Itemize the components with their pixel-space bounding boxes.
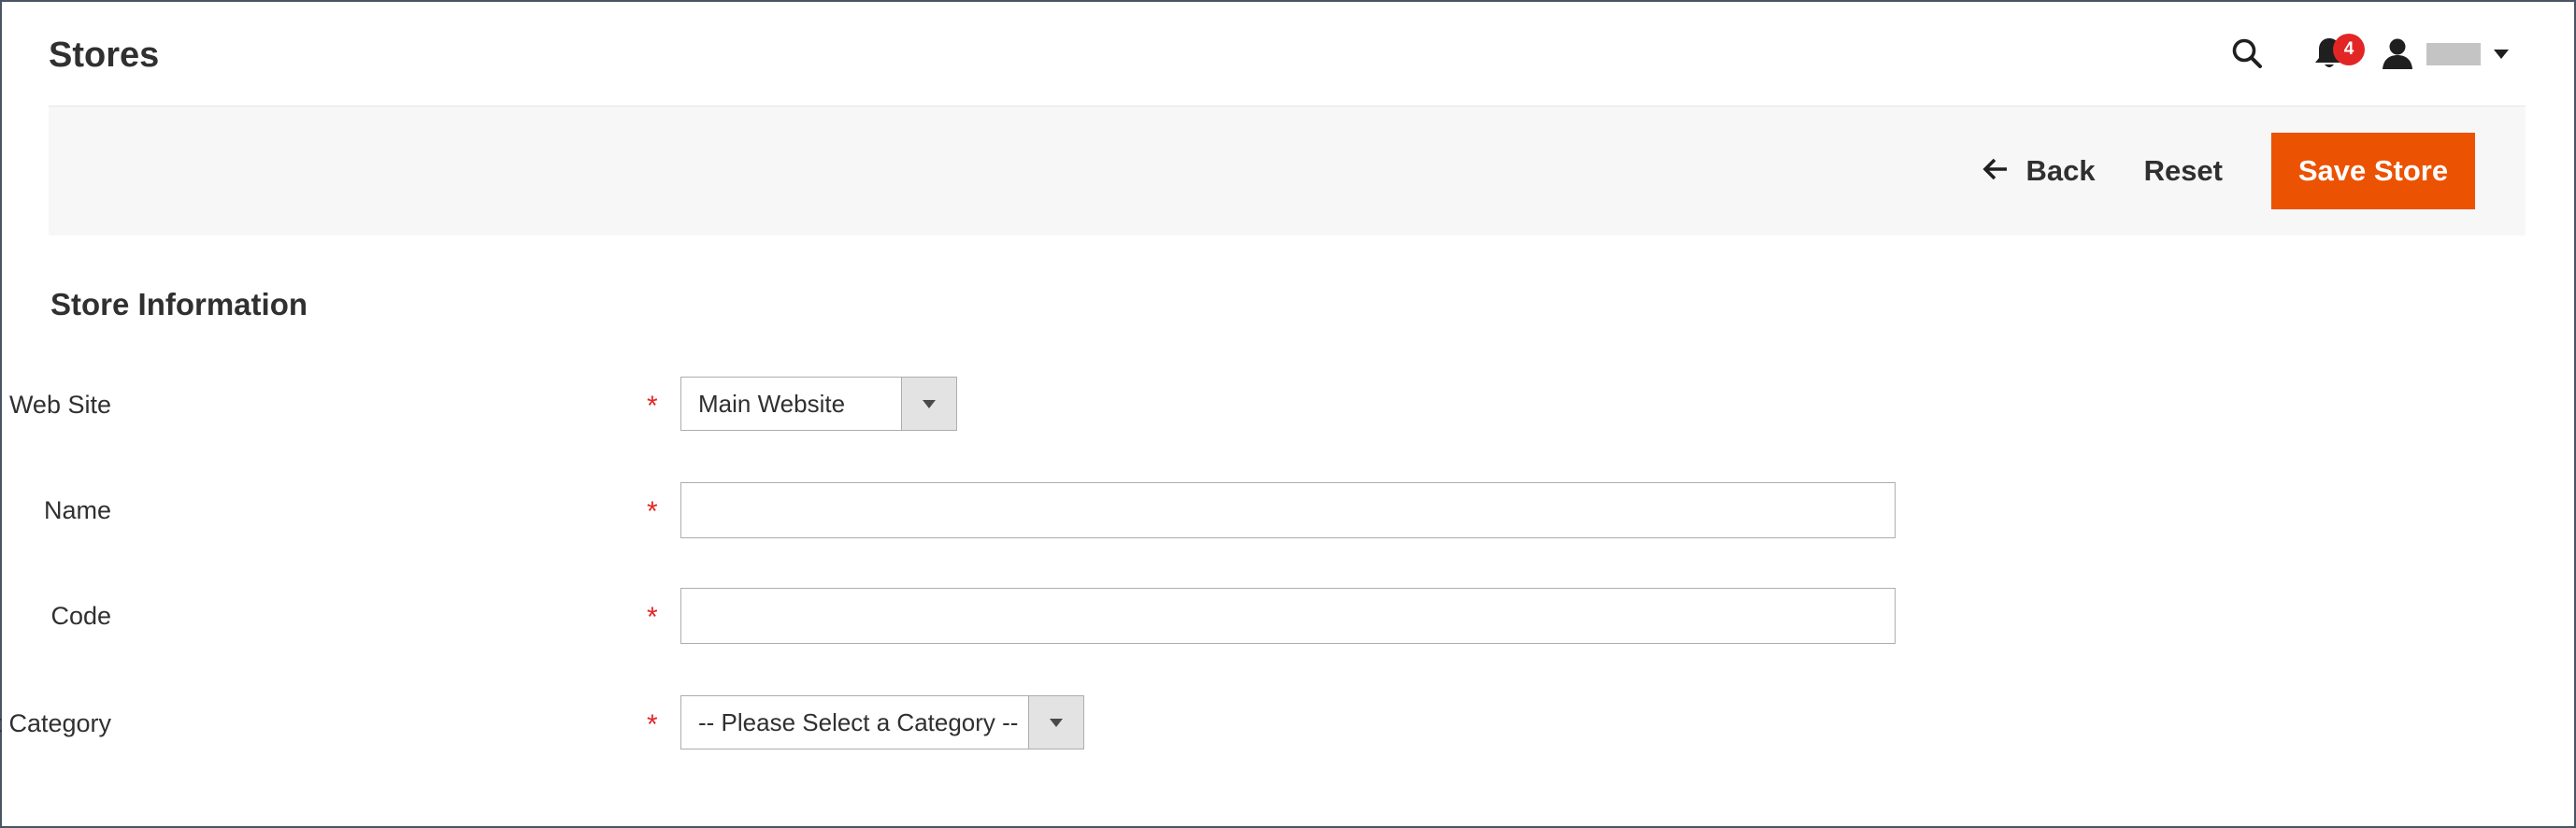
- root-category-select[interactable]: -- Please Select a Category --: [680, 695, 1084, 749]
- required-marker: *: [647, 496, 658, 527]
- save-store-button-label: Save Store: [2297, 154, 2449, 187]
- website-select[interactable]: Main Website: [680, 377, 957, 431]
- required-marker: *: [647, 709, 658, 740]
- form-row-code: Code *: [2, 588, 2058, 644]
- page-header: Stores 4: [2, 2, 2574, 105]
- back-button-label: Back: [2025, 154, 2096, 187]
- reset-button-label: Reset: [2143, 154, 2223, 187]
- code-label: Code: [50, 602, 111, 630]
- website-label: Web Site: [8, 391, 111, 419]
- section-title-store-information: Store Information: [50, 287, 308, 321]
- page-title: Stores: [49, 36, 160, 75]
- notifications-button[interactable]: 4: [2301, 28, 2365, 80]
- page-actions-buttons: Back Reset Save Store: [1969, 133, 2475, 209]
- reset-button[interactable]: Reset: [2131, 133, 2236, 209]
- required-marker: *: [647, 391, 658, 421]
- code-input[interactable]: [680, 588, 1896, 644]
- save-store-button[interactable]: Save Store: [2271, 133, 2475, 209]
- search-icon: [2231, 37, 2263, 72]
- form-row-root-category: Root Category * -- Please Select a Categ…: [0, 695, 2058, 751]
- root-category-label: Root Category: [0, 709, 111, 737]
- user-name-redacted: [2426, 43, 2481, 65]
- user-icon: [2382, 37, 2413, 72]
- user-account-button[interactable]: [2382, 28, 2509, 80]
- form-row-name: Name *: [2, 482, 2058, 538]
- name-label: Name: [43, 496, 111, 524]
- name-input[interactable]: [680, 482, 1896, 538]
- root-category-select-value: -- Please Select a Category --: [698, 708, 1019, 736]
- page-actions-bar: Back Reset Save Store: [49, 106, 2526, 236]
- search-button[interactable]: [2219, 28, 2275, 80]
- arrow-left-icon: [1982, 154, 2025, 188]
- required-marker: *: [647, 602, 658, 633]
- back-button[interactable]: Back: [1969, 133, 2108, 209]
- form-row-website: Web Site * Main Website: [2, 377, 2058, 433]
- header-actions: 4: [2219, 28, 2509, 80]
- select-arrow-icon: [901, 378, 956, 430]
- notification-count-badge: 4: [2333, 34, 2365, 65]
- website-select-value: Main Website: [698, 390, 846, 418]
- caret-down-icon: [2494, 48, 2509, 62]
- select-arrow-icon: [1028, 696, 1083, 749]
